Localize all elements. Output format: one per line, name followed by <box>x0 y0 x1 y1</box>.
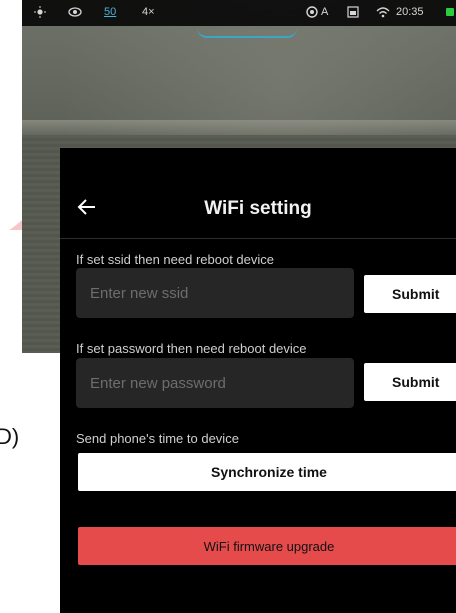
auto-mode-label: A <box>321 6 329 18</box>
header-divider <box>60 238 456 239</box>
ssid-input[interactable] <box>76 268 354 318</box>
device-status-bar: 50 4× A 20:35 <box>22 0 456 38</box>
auto-mode-icon <box>306 6 318 21</box>
page-title: WiFi setting <box>204 198 312 219</box>
password-input[interactable] <box>76 358 354 408</box>
wifi-icon <box>376 6 390 21</box>
ssid-label: If set ssid then need reboot device <box>76 252 275 267</box>
time-sync-label: Send phone's time to device <box>76 431 239 446</box>
password-label: If set password then need reboot device <box>76 341 307 356</box>
clock-time: 20:35 <box>396 6 424 18</box>
synchronize-time-button[interactable]: Synchronize time <box>78 453 456 491</box>
settings-header: WiFi setting <box>60 184 456 234</box>
record-icon <box>347 6 359 21</box>
page-side-text: D) <box>0 424 20 449</box>
status-notch <box>197 24 297 38</box>
eye-icon <box>68 6 82 21</box>
password-submit-button[interactable]: Submit <box>364 363 456 401</box>
zoom-level: 4× <box>142 6 155 18</box>
ssid-submit-button[interactable]: Submit <box>364 275 456 313</box>
wifi-settings-panel: WiFi setting If set ssid then need reboo… <box>60 148 456 613</box>
firmware-upgrade-button[interactable]: WiFi firmware upgrade <box>78 527 456 565</box>
mode-label: 50 <box>104 6 117 18</box>
battery-icon <box>446 8 454 16</box>
sun-icon <box>34 6 46 21</box>
